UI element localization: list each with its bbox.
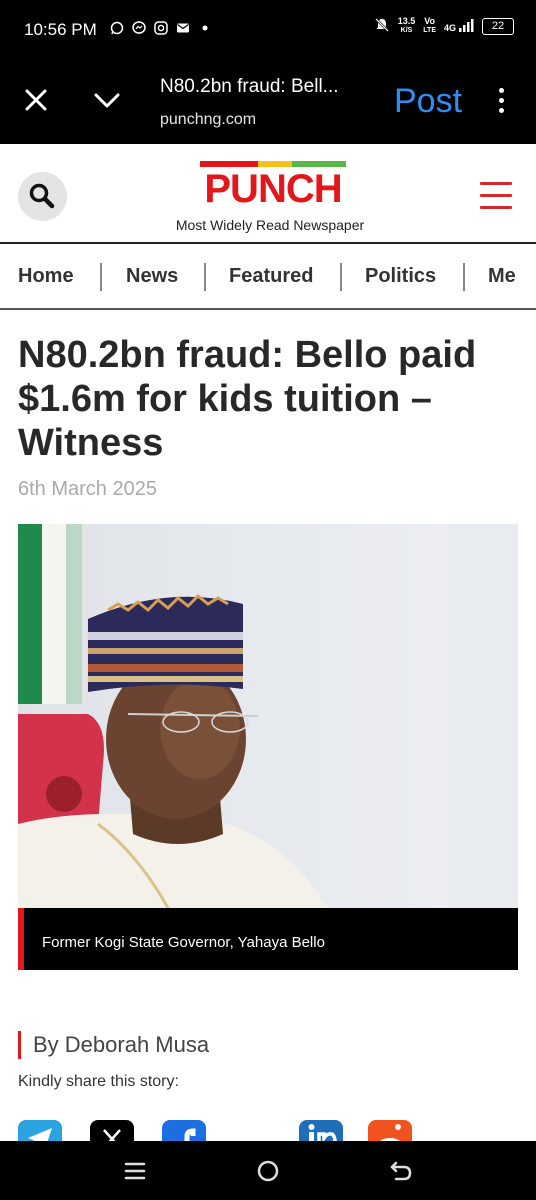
close-icon[interactable]: [22, 86, 50, 114]
site-header: PUNCH Most Widely Read Newspaper: [0, 144, 536, 244]
article-headline: N80.2bn fraud: Bello paid $1.6m for kids…: [18, 334, 477, 464]
nav-divider: [340, 263, 342, 291]
article-photo: [18, 524, 518, 908]
mute-icon: [374, 17, 390, 36]
menu-icon[interactable]: [480, 182, 512, 212]
site-tagline: Most Widely Read Newspaper: [0, 217, 536, 233]
volte-indicator: Vo LTE: [423, 16, 436, 36]
more-options-icon[interactable]: [494, 88, 508, 118]
home-icon[interactable]: [255, 1158, 281, 1184]
caption-text: Former Kogi State Governor, Yahaya Bello: [42, 934, 325, 951]
article-date: 6th March 2025: [18, 478, 157, 500]
nav-item-politics[interactable]: Politics: [365, 265, 436, 288]
nav-divider: [463, 263, 465, 291]
notification-icons: [110, 21, 212, 35]
status-bar: 10:56 PM 13.5 K/S Vo LTE 4G 22: [0, 0, 536, 62]
main-nav: Home News Featured Politics Me: [0, 246, 536, 310]
nav-item-home[interactable]: Home: [18, 265, 74, 288]
search-icon: [29, 183, 55, 209]
network-4g: 4G: [443, 23, 456, 33]
battery-indicator: 22: [482, 17, 514, 35]
share-prompt: Kindly share this story:: [18, 1073, 179, 1090]
post-button[interactable]: Post: [394, 82, 462, 121]
system-navigation-bar: [0, 1141, 536, 1200]
nav-item-featured[interactable]: Featured: [229, 265, 313, 288]
network-speed: 13.5 K/S: [398, 16, 416, 36]
article-byline[interactable]: By Deborah Musa: [18, 1031, 209, 1059]
browser-toolbar: N80.2bn fraud: Bell... punchng.com Post: [0, 62, 536, 144]
network-type: 4G: [444, 19, 474, 33]
mail-icon: [176, 21, 190, 35]
search-button[interactable]: [18, 172, 67, 221]
page-title: N80.2bn fraud: Bell...: [160, 76, 339, 97]
instagram-icon: [154, 21, 168, 35]
lte-label: LTE: [423, 27, 436, 34]
nav-item-more[interactable]: Me: [488, 265, 516, 288]
photo-caption: Former Kogi State Governor, Yahaya Bello: [18, 908, 518, 970]
dot-icon: [198, 21, 212, 35]
logo-text: PUNCH: [204, 167, 341, 205]
status-right: 13.5 K/S Vo LTE 4G 22: [374, 16, 514, 36]
tagline-text: Most Widely Read Newspaper: [175, 217, 365, 233]
status-time: 10:56 PM: [24, 20, 97, 39]
page-url: punchng.com: [160, 111, 257, 128]
whatsapp-icon: [110, 21, 124, 35]
signal-icon: [459, 19, 474, 32]
back-icon[interactable]: [388, 1158, 414, 1184]
chevron-down-icon[interactable]: [92, 86, 122, 114]
recents-icon[interactable]: [122, 1158, 148, 1184]
messenger-icon: [132, 21, 146, 35]
nav-item-news[interactable]: News: [126, 265, 178, 288]
speed-value: 13.5: [397, 16, 416, 26]
punch-logo[interactable]: PUNCH: [200, 161, 346, 211]
speed-unit: K/S: [400, 27, 413, 34]
volte-label: Vo: [424, 16, 436, 26]
nav-divider: [204, 263, 206, 291]
nav-divider: [100, 263, 102, 291]
